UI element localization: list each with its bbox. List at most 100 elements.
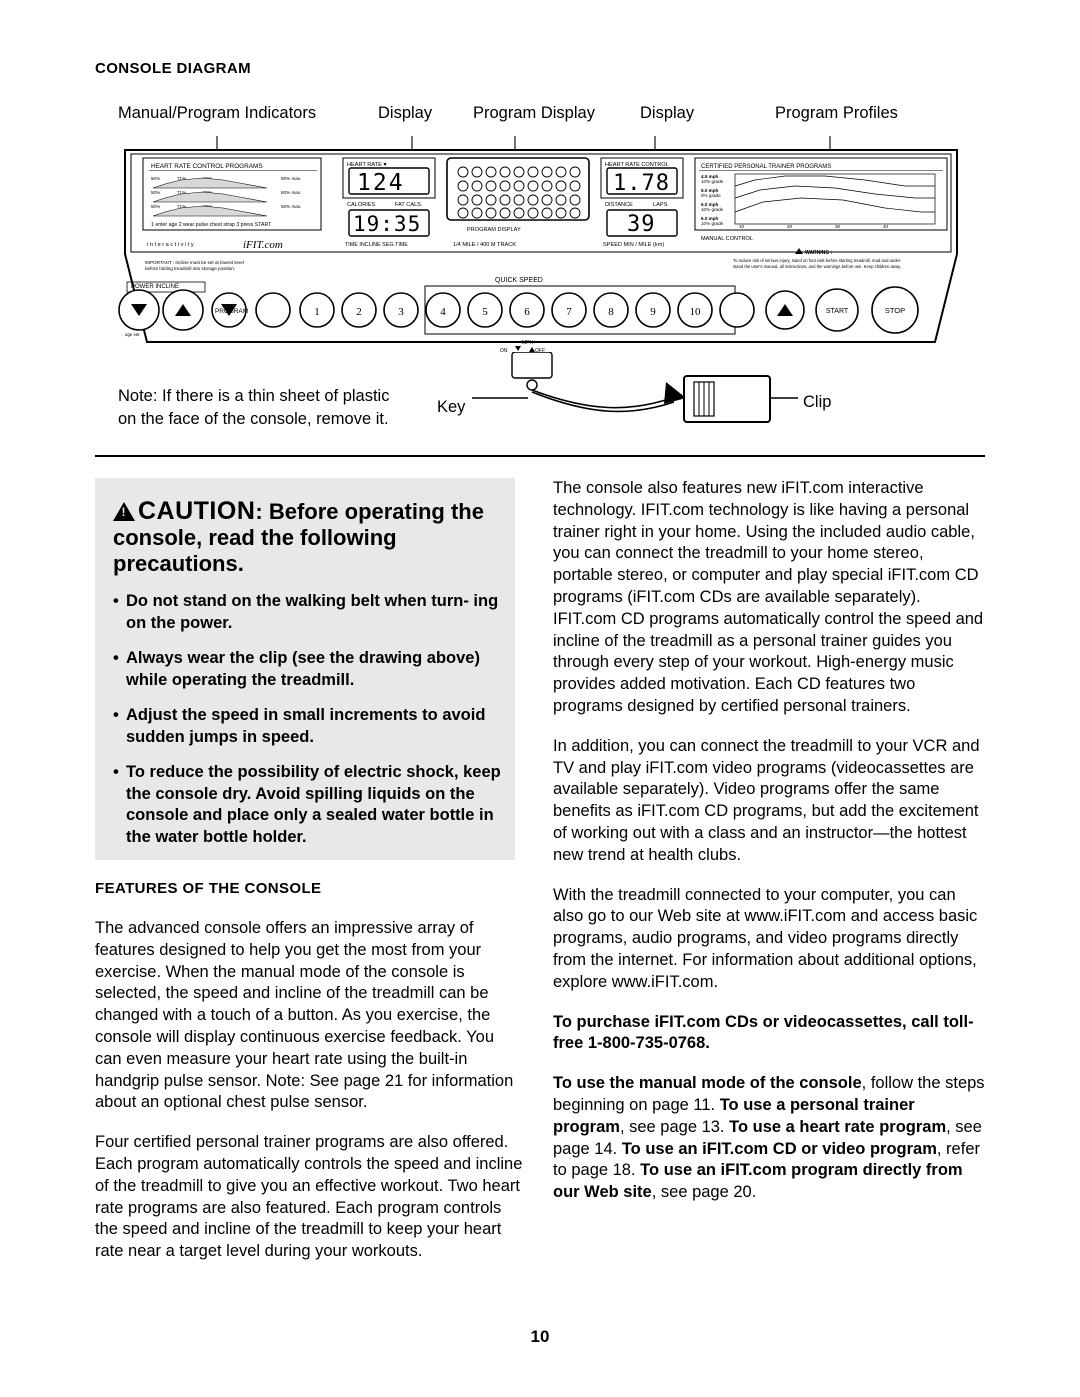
svg-text:124: 124 xyxy=(357,170,405,196)
svg-text:PROGRAM DISPLAY: PROGRAM DISPLAY xyxy=(467,227,521,233)
key-label: Key xyxy=(437,398,466,416)
svg-text:9: 9 xyxy=(650,306,656,318)
ref-manual-mode: To use the manual mode of the console xyxy=(553,1074,862,1093)
caution-bullet-text: Adjust the speed in small increments to … xyxy=(126,706,486,746)
svg-text:DISTANCE: DISTANCE xyxy=(605,202,633,208)
list-item: • To reduce the possibility of electric … xyxy=(113,762,503,848)
bullet-dot-icon: • xyxy=(113,649,119,667)
svg-text:30: 30 xyxy=(835,224,841,229)
svg-text:START: START xyxy=(826,308,849,315)
page-title: CONSOLE DIAGRAM xyxy=(95,60,251,77)
plastic-sheet-note: Note: If there is a thin sheet of plasti… xyxy=(118,387,390,428)
svg-text:IMPORTANT : Incline must be se: IMPORTANT : Incline must be set at lowes… xyxy=(145,260,244,265)
svg-text:20: 20 xyxy=(787,224,793,229)
svg-text:SPEED MIN / MILE (km): SPEED MIN / MILE (km) xyxy=(603,242,664,248)
paragraph: With the treadmill connected to your com… xyxy=(553,885,978,991)
svg-text:HEART RATE ♥: HEART RATE ♥ xyxy=(347,162,387,168)
paragraph: In addition, you can connect the treadmi… xyxy=(553,736,980,864)
list-item: • Always wear the clip (see the drawing … xyxy=(113,648,503,691)
caution-word: CAUTION xyxy=(138,497,256,525)
clip-label: Clip xyxy=(803,393,832,411)
svg-text:HEART RATE CONTROL: HEART RATE CONTROL xyxy=(605,162,669,168)
left-body-column: The advanced console offers an impressiv… xyxy=(95,918,525,1263)
svg-text:60% max.: 60% max. xyxy=(281,190,301,195)
page-number: 10 xyxy=(530,1327,550,1346)
callout-program-profiles: Program Profiles xyxy=(775,104,898,122)
svg-text:WARNING :: WARNING : xyxy=(805,250,833,256)
bullet-dot-icon: • xyxy=(113,763,119,781)
svg-text:CALORIES: CALORIES xyxy=(347,202,376,208)
svg-text:PROGRAM: PROGRAM xyxy=(215,308,248,315)
purchase-info-paragraph: To purchase iFIT.com CDs or videocassett… xyxy=(553,1012,974,1053)
svg-text:1 enter age 2 wear pulse c: 1 enter age 2 wear pulse chest strap 3 p… xyxy=(151,222,272,228)
list-item: • Adjust the speed in small increments t… xyxy=(113,705,503,748)
svg-text:1/4 MILE / 400 M TRACK: 1/4 MILE / 400 M TRACK xyxy=(453,242,516,248)
svg-text:2: 2 xyxy=(356,306,362,318)
paragraph: Four certified personal trainer programs… xyxy=(95,1133,523,1261)
svg-text:TIME INCLINE SEG.TIME: TIME INCLINE SEG.TIME xyxy=(345,242,408,248)
svg-text:19:35: 19:35 xyxy=(353,212,421,236)
svg-text:3: 3 xyxy=(398,306,404,318)
svg-text:10% grade: 10% grade xyxy=(701,179,724,184)
features-heading: FEATURES OF THE CONSOLE xyxy=(95,880,322,897)
svg-text:stand the user's manual, all i: stand the user's manual, all instruction… xyxy=(733,264,901,269)
svg-text:8: 8 xyxy=(608,306,614,318)
caution-bullet-text: Do not stand on the walking belt when tu… xyxy=(126,592,499,632)
ref-heart-rate-program: To use a heart rate program xyxy=(729,1117,947,1136)
ref-cd-video: To use an iFIT.com CD or video program xyxy=(621,1139,937,1158)
svg-text:FAT CALS.: FAT CALS. xyxy=(395,202,423,208)
caution-bullet-text: Always wear the clip (see the drawing ab… xyxy=(126,649,480,689)
warning-triangle-icon xyxy=(113,502,135,521)
svg-text:0% grade: 0% grade xyxy=(701,193,721,198)
right-body-column: The console also features new iFIT.com i… xyxy=(553,478,985,1204)
svg-text:50%: 50% xyxy=(151,176,160,181)
svg-text:To reduce risk of serious inju: To reduce risk of serious injury, stand … xyxy=(733,258,902,263)
callout-program-display: Program Display xyxy=(473,104,595,122)
svg-text:age set: age set xyxy=(125,332,140,337)
caution-heading: CAUTION: Before operating the console, r… xyxy=(113,498,503,577)
svg-text:40: 40 xyxy=(883,224,889,229)
console-diagram-illustration: HEART RATE CONTROL PROGRAMS 50%71%80%80%… xyxy=(118,136,958,354)
svg-text:MPH: MPH xyxy=(522,340,534,346)
list-item: • Do not stand on the walking belt when … xyxy=(113,591,503,634)
manual-page: CONSOLE DIAGRAM Manual/Program Indicator… xyxy=(0,0,1080,1397)
paragraph: The console also features new iFIT.com i… xyxy=(553,479,984,715)
svg-text:6: 6 xyxy=(524,306,530,318)
svg-text:50% max.: 50% max. xyxy=(281,204,301,209)
usage-references-paragraph: To use the manual mode of the console, f… xyxy=(553,1073,985,1204)
svg-text:QUICK SPEED: QUICK SPEED xyxy=(495,277,543,284)
svg-text:LAPS: LAPS xyxy=(653,202,668,208)
svg-text:1.78: 1.78 xyxy=(613,171,670,196)
bullet-dot-icon: • xyxy=(113,592,119,610)
svg-text:HEART RATE CONTROL PROGRAMS: HEART RATE CONTROL PROGRAMS xyxy=(151,163,263,170)
svg-text:POWER INCLINE: POWER INCLINE xyxy=(131,284,179,290)
svg-text:10% grade: 10% grade xyxy=(701,221,724,226)
caution-content: CAUTION: Before operating the console, r… xyxy=(113,498,503,862)
svg-text:10: 10 xyxy=(739,224,745,229)
svg-text:50%: 50% xyxy=(151,204,160,209)
paragraph: The advanced console offers an impressiv… xyxy=(95,919,514,1112)
section-divider xyxy=(95,455,985,457)
svg-text:80% max.: 80% max. xyxy=(281,176,301,181)
svg-text:4: 4 xyxy=(440,306,446,318)
svg-text:before folding treadmill into: before folding treadmill into storage po… xyxy=(145,266,235,271)
svg-text:5: 5 xyxy=(482,306,488,318)
caution-bullet-list: • Do not stand on the walking belt when … xyxy=(113,591,503,848)
svg-text:MANUAL CONTROL: MANUAL CONTROL xyxy=(701,236,753,242)
caution-bullet-text: To reduce the possibility of electric sh… xyxy=(126,763,501,846)
svg-text:39: 39 xyxy=(627,212,656,237)
bullet-dot-icon: • xyxy=(113,706,119,724)
ref-text-2: , see page 13. xyxy=(619,1117,730,1136)
svg-text:10: 10 xyxy=(690,306,702,318)
svg-text:10% grade: 10% grade xyxy=(701,207,724,212)
key-clip-illustration xyxy=(472,352,798,423)
svg-text:1: 1 xyxy=(314,306,320,318)
callout-display-right: Display xyxy=(640,104,695,122)
callout-display-left: Display xyxy=(378,104,433,122)
callout-manual-program-indicators: Manual/Program Indicators xyxy=(118,104,317,122)
svg-text:50%: 50% xyxy=(151,190,160,195)
svg-text:STOP: STOP xyxy=(885,306,905,315)
svg-text:7: 7 xyxy=(566,306,572,318)
svg-text:CERTIFIED PERSONAL TRAINER PRO: CERTIFIED PERSONAL TRAINER PROGRAMS xyxy=(701,164,831,170)
svg-text:iFIT.com: iFIT.com xyxy=(243,239,283,251)
